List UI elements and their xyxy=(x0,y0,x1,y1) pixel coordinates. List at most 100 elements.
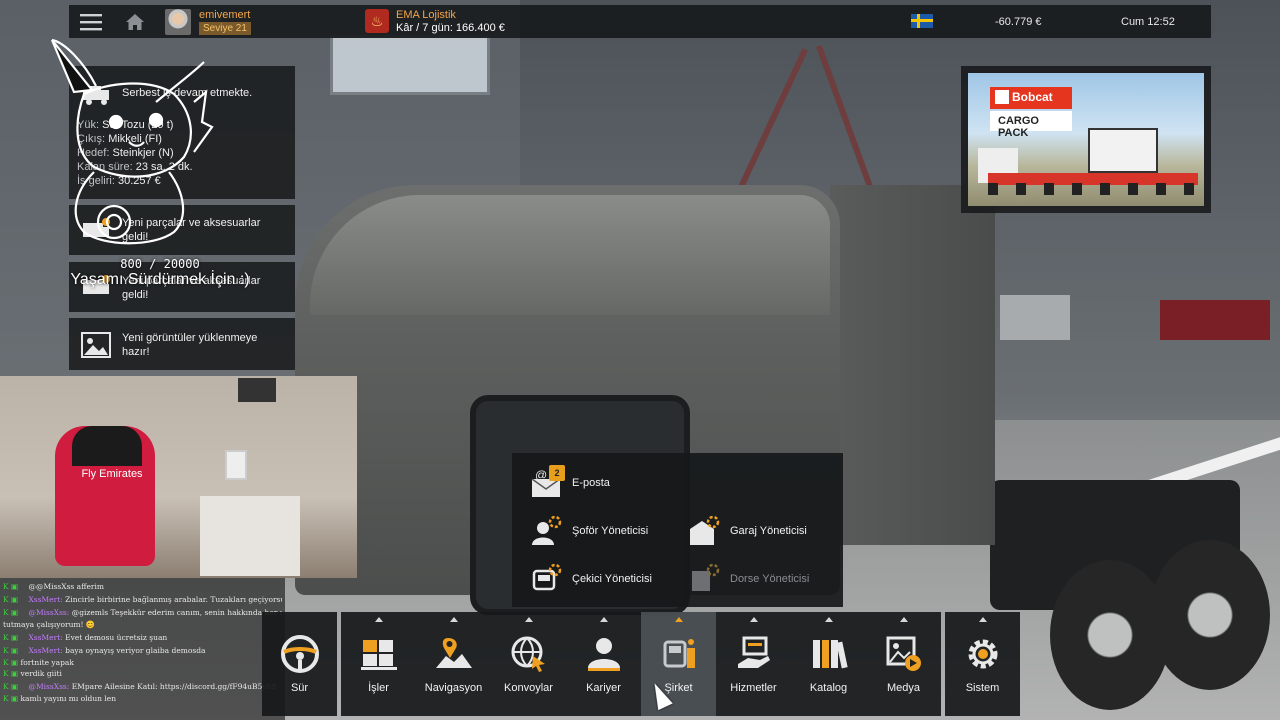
excavator xyxy=(1088,128,1158,173)
job-origin: Çıkış: Mikkeli (FI) xyxy=(77,133,162,145)
menu-catalog[interactable]: Katalog xyxy=(791,612,866,716)
parts-text: Yeni parçalar ve aksesuarlar geldi! xyxy=(122,217,261,243)
menu-jobs[interactable]: İşler xyxy=(341,612,416,716)
menu-navigation-label: Navigasyon xyxy=(424,682,483,694)
avatar[interactable] xyxy=(165,8,191,35)
menu-convoys-label: Konvoylar xyxy=(504,682,553,694)
truck-manager-item[interactable]: Çekici Yöneticisi xyxy=(530,561,652,597)
menu-services[interactable]: Hizmetler xyxy=(716,612,791,716)
username: emivemert xyxy=(199,8,251,21)
media-play-icon xyxy=(884,634,924,674)
webcam-feed: Fly Emirates xyxy=(0,376,357,578)
chat-line: K ▣ XssMert: Evet demosu ücretsiz şuan xyxy=(3,632,168,642)
cargo-boxes-icon xyxy=(359,634,399,674)
home-button[interactable] xyxy=(113,5,157,38)
truck-manager-label: Çekici Yöneticisi xyxy=(572,573,652,585)
person-icon xyxy=(584,634,624,674)
chat-line: K ▣ XssMert: baya oynayış veriyor glaiba… xyxy=(3,645,206,655)
tool-stand xyxy=(1160,300,1270,340)
game-time: Cum 12:52 xyxy=(1121,16,1175,28)
goal-count: 800 / 20000 xyxy=(120,257,200,271)
image-icon xyxy=(81,332,111,358)
books-icon xyxy=(809,634,849,674)
steering-wheel-icon xyxy=(280,634,320,674)
wall-sign xyxy=(238,378,276,402)
main-menu-group: İşler Navigasyon Konvoylar Kariyer Şirke… xyxy=(341,612,941,716)
menu-career-label: Kariyer xyxy=(586,682,621,694)
menu-catalog-label: Katalog xyxy=(809,682,848,694)
chevron-up-icon xyxy=(899,617,908,622)
menu-company-label: Şirket xyxy=(664,682,693,694)
chevron-up-icon xyxy=(374,617,383,622)
company-name: EMA Lojistik xyxy=(396,9,456,21)
company-submenu: @ 2 E-posta Şoför Yöneticisi Garaj Yönet… xyxy=(512,453,843,607)
chevron-up-icon xyxy=(824,617,833,622)
balance: -60.779 € xyxy=(995,16,1042,28)
driver-manager-label: Şoför Yöneticisi xyxy=(572,525,649,537)
map-pin-icon xyxy=(434,634,474,674)
menu-media[interactable]: Medya xyxy=(866,612,941,716)
chair-headrest xyxy=(72,426,142,466)
chevron-up-icon xyxy=(674,617,683,622)
truck-wheel xyxy=(1150,540,1270,690)
top-bar: emivemert Seviye 21 ♨ EMA Lojistik Kâr /… xyxy=(69,5,1211,38)
dlc-advert-image: Bobcat CARGO PACK xyxy=(968,73,1204,206)
menu-button[interactable] xyxy=(69,5,113,38)
parts-icon xyxy=(81,217,111,243)
services-icon xyxy=(734,634,774,674)
truck-job-icon xyxy=(81,80,111,106)
garage-manager-item[interactable]: Garaj Yöneticisi xyxy=(688,513,807,549)
job-remaining: Kalan süre: 23 sa. 2 dk. xyxy=(77,161,193,173)
garage-gear-icon xyxy=(688,515,720,547)
system-group: Sistem xyxy=(945,612,1020,716)
menu-career[interactable]: Kariyer xyxy=(566,612,641,716)
job-notification[interactable]: Serbest iş devam etmekte. Yük: Süt Tozu … xyxy=(69,66,295,199)
company-profit: Kâr / 7 gün: 166.400 € xyxy=(396,22,505,34)
menu-convoys[interactable]: Konvoylar xyxy=(491,612,566,716)
bottom-menu: Sür İşler Navigasyon Konvoylar Kariyer Ş… xyxy=(262,612,1024,716)
menu-drive-label: Sür xyxy=(290,682,309,694)
chat-line: K ▣ @@MissXss afferim xyxy=(3,582,104,591)
trailer-gear-icon xyxy=(688,563,720,595)
bobcat-logo: Bobcat xyxy=(990,87,1072,109)
menu-system[interactable]: Sistem xyxy=(945,612,1020,716)
user-info[interactable]: emivemert Seviye 21 xyxy=(199,9,251,35)
trailer-manager-item: Dorse Yöneticisi xyxy=(688,561,809,597)
menu-navigation[interactable]: Navigasyon xyxy=(416,612,491,716)
email-count-badge: 2 xyxy=(549,465,565,481)
chat-line: K ▣ @MissXss: EMpare Ailesine Katıl: htt… xyxy=(3,682,277,692)
stream-chat: K ▣ @@MissXss afferim K ▣ XssMert: Zinci… xyxy=(0,578,285,720)
chevron-up-icon xyxy=(599,617,608,622)
company-logo-icon[interactable]: ♨ xyxy=(365,9,389,33)
chat-line: K ▣ XssMert: Zincirle birbirine bağlanmı… xyxy=(3,595,282,604)
level-badge: Seviye 21 xyxy=(199,21,251,35)
home-icon xyxy=(126,13,144,30)
screenshots-notification[interactable]: Yeni görüntüler yüklenmeye hazır! xyxy=(69,318,295,370)
svg-text:@: @ xyxy=(535,468,547,482)
mail-icon: @ 2 xyxy=(530,465,565,499)
hamburger-icon xyxy=(80,13,102,30)
driver-manager-item[interactable]: Şoför Yöneticisi xyxy=(530,513,648,549)
globe-cursor-icon xyxy=(509,634,549,674)
chevron-up-icon xyxy=(449,617,458,622)
job-title: Serbest iş devam etmekte. xyxy=(122,87,253,99)
trailer-wheels xyxy=(988,183,1198,195)
donation-goal: 800 / 20000 Yaşamı Sürdürmek İçin :) xyxy=(60,256,260,288)
chat-line: K ▣ kamlı yayını mı oldun len xyxy=(3,694,117,704)
shelf xyxy=(200,496,300,576)
job-income: İş geliri: 30.257 € xyxy=(77,175,161,187)
menu-company[interactable]: Şirket xyxy=(641,612,716,716)
email-item[interactable]: @ 2 E-posta xyxy=(530,465,610,501)
garage-manager-label: Garaj Yöneticisi xyxy=(730,525,807,537)
company-info[interactable]: EMA Lojistik Kâr / 7 gün: 166.400 € xyxy=(396,9,505,35)
chevron-up-icon xyxy=(524,617,533,622)
drive-group: Sür xyxy=(262,612,337,716)
cargo-pack-label: CARGO PACK xyxy=(990,111,1072,139)
job-details: Yük: Süt Tozu (29 t) Çıkış: Mikkeli (FI)… xyxy=(77,118,193,188)
parts-notification-1[interactable]: Yeni parçalar ve aksesuarlar geldi! xyxy=(69,205,295,255)
menu-system-label: Sistem xyxy=(965,682,1000,694)
email-label: E-posta xyxy=(572,477,610,489)
dlc-advert[interactable]: Bobcat CARGO PACK xyxy=(961,66,1211,213)
menu-drive[interactable]: Sür xyxy=(262,612,337,716)
portrait-frame xyxy=(225,450,247,480)
